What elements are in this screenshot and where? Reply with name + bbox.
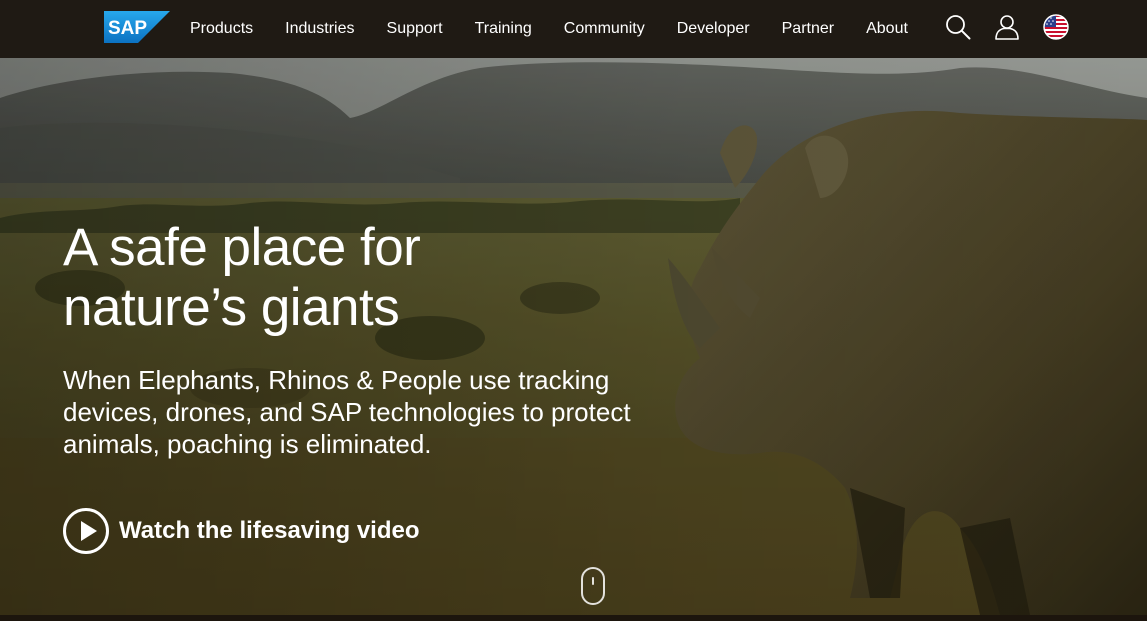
watch-video-label[interactable]: Watch the lifesaving video <box>119 517 420 545</box>
nav-item-industries[interactable]: Industries <box>269 0 370 58</box>
us-flag-icon[interactable] <box>1042 13 1070 41</box>
hero-title: A safe place for nature’s giants <box>63 218 421 337</box>
nav-item-developer[interactable]: Developer <box>661 0 766 58</box>
play-circle-icon[interactable] <box>63 508 109 554</box>
hero-text-block: A safe place for nature’s giants When El… <box>63 218 703 460</box>
nav-item-about[interactable]: About <box>850 0 924 58</box>
page: SAP Products Industries Support Training… <box>0 0 1147 621</box>
nav-item-training[interactable]: Training <box>459 0 548 58</box>
sap-logo[interactable]: SAP <box>104 11 170 43</box>
nav-item-partner[interactable]: Partner <box>766 0 850 58</box>
nav-item-support[interactable]: Support <box>371 0 459 58</box>
nav-item-community[interactable]: Community <box>548 0 661 58</box>
top-navigation: SAP Products Industries Support Training… <box>0 0 1147 58</box>
user-icon[interactable] <box>993 13 1021 41</box>
nav-utility-icons <box>944 13 1070 41</box>
hero-banner: A safe place for nature’s giants When El… <box>0 58 1147 615</box>
scroll-mouse-icon[interactable] <box>581 567 605 605</box>
logo-text: SAP <box>108 18 147 39</box>
nav-item-products[interactable]: Products <box>174 0 269 58</box>
hero-subtitle: When Elephants, Rhinos & People use trac… <box>63 365 631 459</box>
watch-video-link[interactable]: Watch the lifesaving video <box>63 508 420 554</box>
search-icon[interactable] <box>944 13 972 41</box>
bottom-divider <box>0 615 1147 621</box>
main-menu: Products Industries Support Training Com… <box>174 0 924 58</box>
